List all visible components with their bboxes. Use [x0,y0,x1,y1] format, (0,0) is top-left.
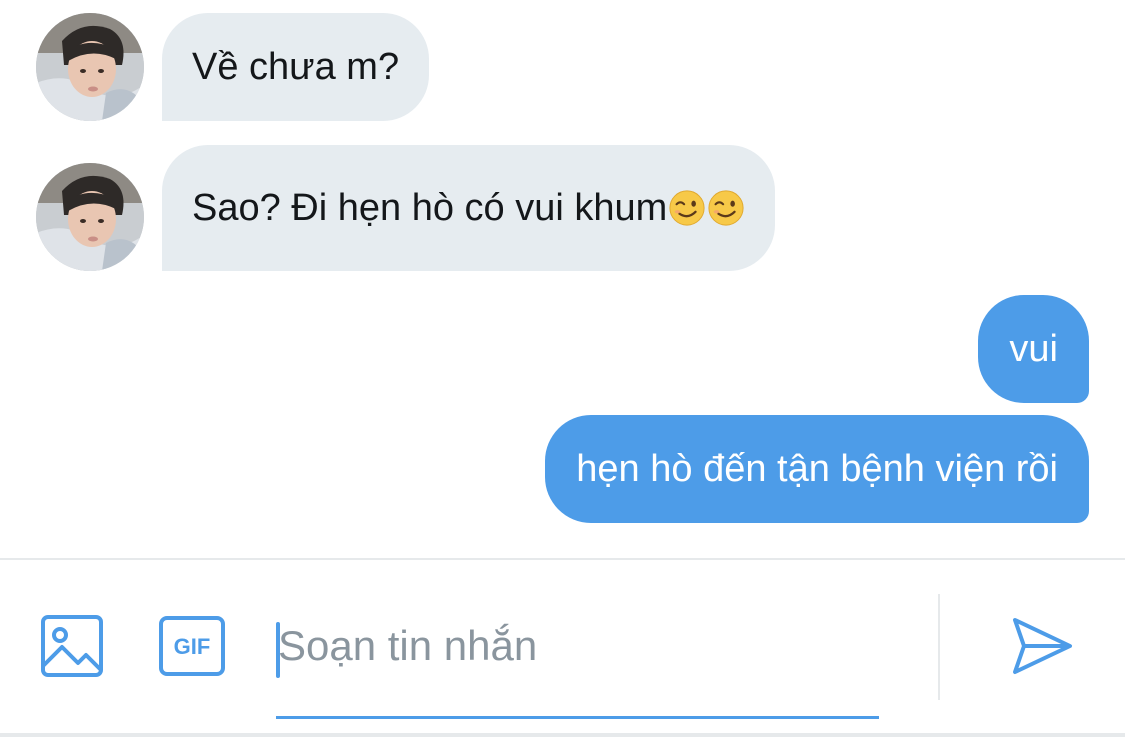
avatar-photo [36,163,144,271]
sender-avatar[interactable] [36,163,144,271]
bottom-border [0,733,1125,737]
message-text: hẹn hò đến tận bệnh viện rồi [576,448,1058,490]
send-separator [938,594,940,700]
message-text: vui [1009,328,1058,370]
gif-label: GIF [174,634,211,659]
sender-avatar[interactable] [36,13,144,121]
message-bubble-incoming[interactable]: Sao? Đi hẹn hò có vui khum [162,145,776,271]
message-text: Về chưa m? [192,46,400,88]
message-input-area[interactable]: Soạn tin nhắn [276,606,879,719]
avatar-photo [36,13,144,121]
message-input[interactable]: Soạn tin nhắn [278,606,878,686]
message-bubble-outgoing[interactable]: vui [978,295,1089,403]
message-bubble-incoming[interactable]: Về chưa m? [162,13,430,121]
message-bubble-outgoing[interactable]: hẹn hò đến tận bệnh viện rồi [545,415,1089,523]
message-text: Sao? Đi hẹn hò có vui khum [192,187,668,229]
winking-face-icon [707,189,745,227]
image-icon[interactable] [40,614,104,678]
input-underline [276,716,879,719]
send-icon[interactable] [1010,614,1074,678]
gif-icon[interactable]: GIF [159,616,225,676]
composer-divider [0,558,1125,560]
winking-face-icon [668,189,706,227]
